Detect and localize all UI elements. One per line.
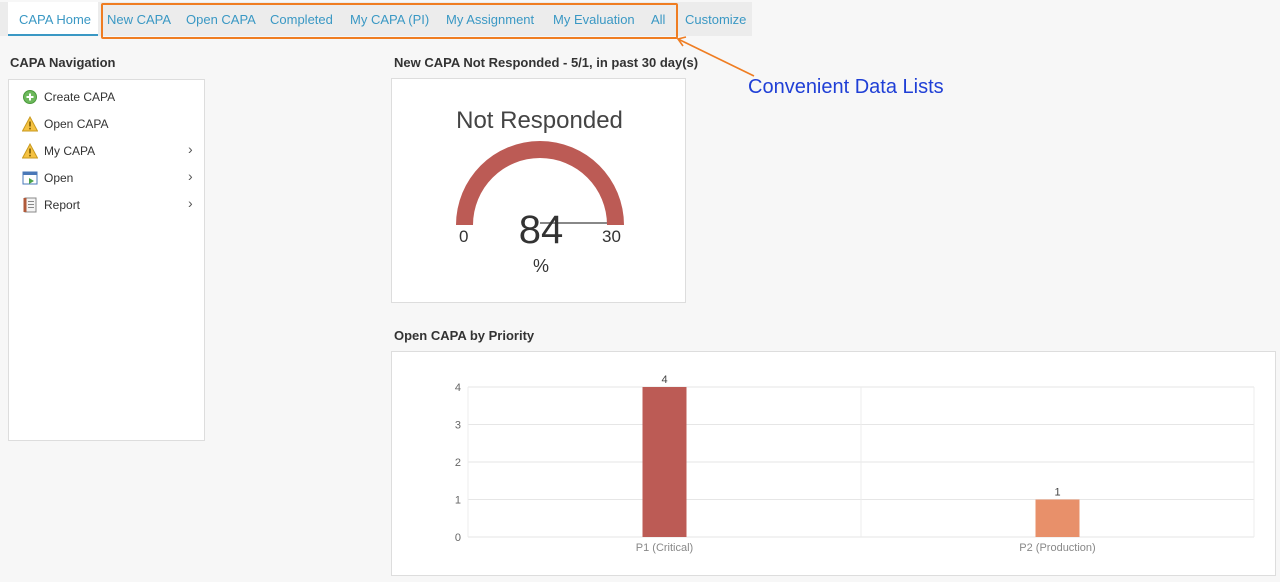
- navigation-panel: Create CAPA Open CAPA My CAPA › Open › R…: [8, 79, 205, 441]
- annotation-highlight-box: [101, 3, 678, 39]
- tab-customize[interactable]: Customize: [685, 12, 746, 27]
- nav-item-create-capa[interactable]: Create CAPA: [9, 84, 204, 111]
- warning-icon: [22, 116, 38, 132]
- gauge-card: Not Responded 84 % 0 30: [391, 78, 686, 303]
- y-tick-label: 2: [455, 457, 461, 469]
- y-tick-label: 0: [455, 532, 461, 544]
- report-icon: [23, 197, 37, 213]
- nav-label-create-capa: Create CAPA: [44, 90, 116, 104]
- nav-item-report[interactable]: Report ›: [9, 192, 204, 219]
- gauge-unit: %: [532, 256, 549, 276]
- tab-capa-home[interactable]: CAPA Home: [19, 12, 91, 27]
- nav-item-open-capa[interactable]: Open CAPA: [9, 111, 204, 138]
- gauge-max-label: 30: [602, 227, 621, 246]
- bar: [642, 387, 687, 537]
- navigation-title: CAPA Navigation: [10, 55, 116, 70]
- bar: [1035, 499, 1080, 537]
- chevron-right-icon: ›: [188, 168, 193, 184]
- y-tick-label: 1: [455, 495, 461, 507]
- gauge-min-label: 0: [459, 227, 469, 246]
- gauge-value: 84: [518, 208, 564, 252]
- chevron-right-icon: ›: [188, 195, 193, 211]
- y-tick-label: 4: [455, 382, 461, 394]
- priority-chart-title: Open CAPA by Priority: [394, 328, 535, 343]
- nav-item-open[interactable]: Open ›: [9, 165, 204, 192]
- annotation-label: Convenient Data Lists: [748, 76, 944, 98]
- bar-data-label: 4: [661, 374, 667, 386]
- priority-chart-card: 0 1 2 3 4 4 P1 (Critical) 1 P2 (Production): [391, 351, 1276, 576]
- x-tick-label: P2 (Production): [1019, 542, 1095, 554]
- gauge-section-title: New CAPA Not Responded - 5/1, in past 30…: [394, 55, 699, 70]
- warning-icon: [22, 143, 38, 159]
- priority-bar-chart: 0 1 2 3 4 4 P1 (Critical) 1 P2 (Production): [455, 374, 1255, 554]
- nav-label-open-capa: Open CAPA: [44, 117, 109, 131]
- nav-label-report: Report: [44, 198, 81, 212]
- nav-label-open: Open: [44, 171, 74, 185]
- chevron-right-icon: ›: [188, 141, 193, 157]
- nav-item-my-capa[interactable]: My CAPA ›: [9, 138, 204, 165]
- open-window-icon: [22, 171, 38, 185]
- y-tick-label: 3: [455, 420, 461, 432]
- nav-label-my-capa: My CAPA: [44, 144, 96, 158]
- tab-bar: CAPA Home New CAPA Open CAPA Completed M…: [0, 0, 1280, 39]
- x-tick-label: P1 (Critical): [636, 542, 693, 554]
- bar-data-label: 1: [1054, 487, 1060, 499]
- add-circle-icon: [23, 90, 37, 104]
